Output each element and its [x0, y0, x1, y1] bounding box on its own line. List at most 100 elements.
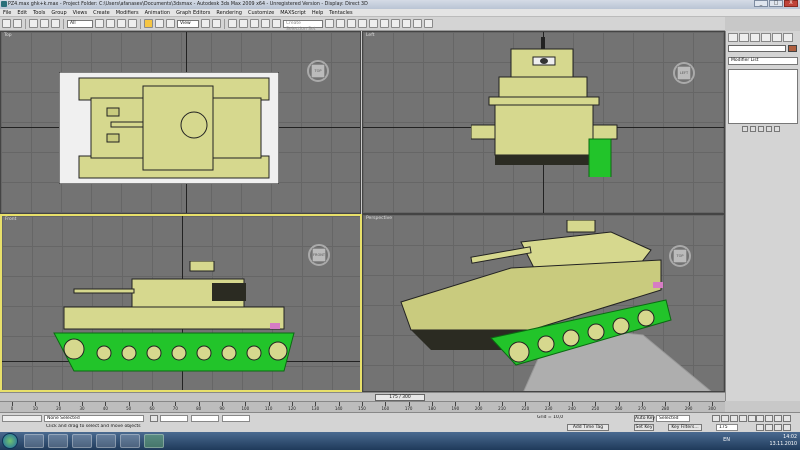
- pin-stack-icon[interactable]: [742, 126, 748, 132]
- object-color-swatch[interactable]: [788, 45, 797, 52]
- utilities-tab-icon[interactable]: [783, 33, 793, 42]
- maxscript-listener-mini[interactable]: [2, 415, 42, 422]
- maximize-button[interactable]: □: [769, 0, 783, 7]
- app-taskbar-icon[interactable]: [96, 434, 116, 448]
- rectangle-selection-icon[interactable]: [117, 19, 126, 28]
- viewcube[interactable]: LEFT: [673, 62, 695, 84]
- select-manipulate-icon[interactable]: [212, 19, 221, 28]
- viewport-label[interactable]: Perspective: [366, 216, 392, 221]
- next-frame-icon[interactable]: [739, 415, 747, 422]
- app-icon[interactable]: [1, 1, 7, 7]
- rendered-frame-window-icon[interactable]: [413, 19, 422, 28]
- zoom-extents-icon[interactable]: [774, 415, 782, 422]
- x-coordinate-field[interactable]: [160, 415, 188, 422]
- viewport-label[interactable]: Front: [5, 217, 16, 222]
- menu-tentacles[interactable]: Tentacles: [329, 10, 352, 16]
- window-crossing-icon[interactable]: [128, 19, 137, 28]
- pan-icon[interactable]: [765, 424, 773, 431]
- zoom-icon[interactable]: [756, 415, 764, 422]
- go-to-end-icon[interactable]: [748, 415, 756, 422]
- hierarchy-tab-icon[interactable]: [750, 33, 760, 42]
- time-slider[interactable]: 175 / 300: [0, 392, 725, 401]
- viewcube-face[interactable]: TOP: [673, 249, 687, 263]
- viewcube-face[interactable]: FRONT: [312, 248, 326, 262]
- explorer-taskbar-icon[interactable]: [72, 434, 92, 448]
- viewport-label[interactable]: Left: [366, 33, 374, 38]
- go-to-start-icon[interactable]: [712, 415, 720, 422]
- menu-graph-editors[interactable]: Graph Editors: [176, 10, 210, 16]
- pivot-center-icon[interactable]: [201, 19, 210, 28]
- language-indicator[interactable]: EN: [723, 437, 730, 443]
- menu-help[interactable]: Help: [312, 10, 323, 16]
- key-mode-dropdown[interactable]: Selected: [656, 415, 690, 422]
- bind-spacewarp-icon[interactable]: [51, 19, 60, 28]
- menu-group[interactable]: Group: [51, 10, 66, 16]
- snaps-toggle-icon[interactable]: [228, 19, 237, 28]
- unlink-icon[interactable]: [40, 19, 49, 28]
- tank-left-view[interactable]: [471, 37, 621, 177]
- schematic-view-icon[interactable]: [380, 19, 389, 28]
- display-tab-icon[interactable]: [772, 33, 782, 42]
- y-coordinate-field[interactable]: [191, 415, 219, 422]
- material-editor-icon[interactable]: [391, 19, 400, 28]
- field-of-view-icon[interactable]: [756, 424, 764, 431]
- render-setup-icon[interactable]: [402, 19, 411, 28]
- z-coordinate-field[interactable]: [222, 415, 250, 422]
- media-player-taskbar-icon[interactable]: [48, 434, 68, 448]
- time-slider-thumb[interactable]: 175 / 300: [375, 394, 425, 401]
- viewcube-face[interactable]: TOP: [311, 64, 325, 78]
- tank-top-view[interactable]: [59, 72, 279, 184]
- undo-icon[interactable]: [2, 19, 11, 28]
- viewport-front[interactable]: Front FRONT: [0, 214, 362, 392]
- tank-perspective-view[interactable]: [391, 220, 691, 380]
- zoom-all-icon[interactable]: [765, 415, 773, 422]
- viewcube-face[interactable]: LEFT: [677, 66, 691, 80]
- mirror-icon[interactable]: [325, 19, 334, 28]
- start-button[interactable]: [2, 433, 18, 449]
- maximize-toggle-icon[interactable]: [783, 424, 791, 431]
- close-button[interactable]: X: [784, 0, 798, 7]
- viewcube[interactable]: FRONT: [308, 244, 330, 266]
- menu-views[interactable]: Views: [73, 10, 87, 16]
- select-object-icon[interactable]: [95, 19, 104, 28]
- redo-icon[interactable]: [13, 19, 22, 28]
- select-and-move-icon[interactable]: [144, 19, 153, 28]
- modifier-list-dropdown[interactable]: Modifier List: [728, 57, 798, 65]
- viewport-left[interactable]: Left LEFT: [362, 31, 725, 214]
- menu-customize[interactable]: Customize: [248, 10, 274, 16]
- make-unique-icon[interactable]: [758, 126, 764, 132]
- previous-frame-icon[interactable]: [721, 415, 729, 422]
- viewcube[interactable]: TOP: [307, 60, 329, 82]
- create-tab-icon[interactable]: [728, 33, 738, 42]
- align-icon[interactable]: [336, 19, 345, 28]
- orbit-icon[interactable]: [774, 424, 782, 431]
- set-key-button[interactable]: Set Key: [634, 424, 654, 431]
- modifier-stack[interactable]: [728, 69, 798, 124]
- menu-rendering[interactable]: Rendering: [216, 10, 242, 16]
- viewport-top[interactable]: Top TOP: [0, 31, 361, 214]
- selection-filter-dropdown[interactable]: All: [67, 19, 93, 28]
- spinner-snap-icon[interactable]: [261, 19, 270, 28]
- graphite-ribbon-icon[interactable]: [358, 19, 367, 28]
- current-frame-field[interactable]: 175: [716, 424, 738, 431]
- tank-front-view[interactable]: [44, 261, 306, 373]
- ie-taskbar-icon[interactable]: [24, 434, 44, 448]
- viewport-perspective[interactable]: Perspective TOP: [362, 214, 725, 392]
- reference-coordinate-dropdown[interactable]: View: [177, 19, 199, 28]
- edit-named-selections-icon[interactable]: [272, 19, 281, 28]
- show-end-result-icon[interactable]: [750, 126, 756, 132]
- minimize-button[interactable]: _: [754, 0, 768, 7]
- track-bar[interactable]: 0 10 20 30 40 50 60 70 80 90 100 110 120 130 140 150 160…: [0, 401, 725, 412]
- layer-manager-icon[interactable]: [347, 19, 356, 28]
- maximize-viewport-icon[interactable]: [783, 415, 791, 422]
- configure-modifier-sets-icon[interactable]: [774, 126, 780, 132]
- clock[interactable]: 14:02 13.11.2010: [770, 434, 797, 448]
- select-and-rotate-icon[interactable]: [155, 19, 164, 28]
- viewport-label[interactable]: Top: [4, 33, 12, 38]
- app-taskbar-icon[interactable]: [120, 434, 140, 448]
- menu-file[interactable]: File: [3, 10, 11, 16]
- select-by-name-icon[interactable]: [106, 19, 115, 28]
- menu-animation[interactable]: Animation: [145, 10, 171, 16]
- menu-edit[interactable]: Edit: [17, 10, 27, 16]
- render-production-icon[interactable]: [424, 19, 433, 28]
